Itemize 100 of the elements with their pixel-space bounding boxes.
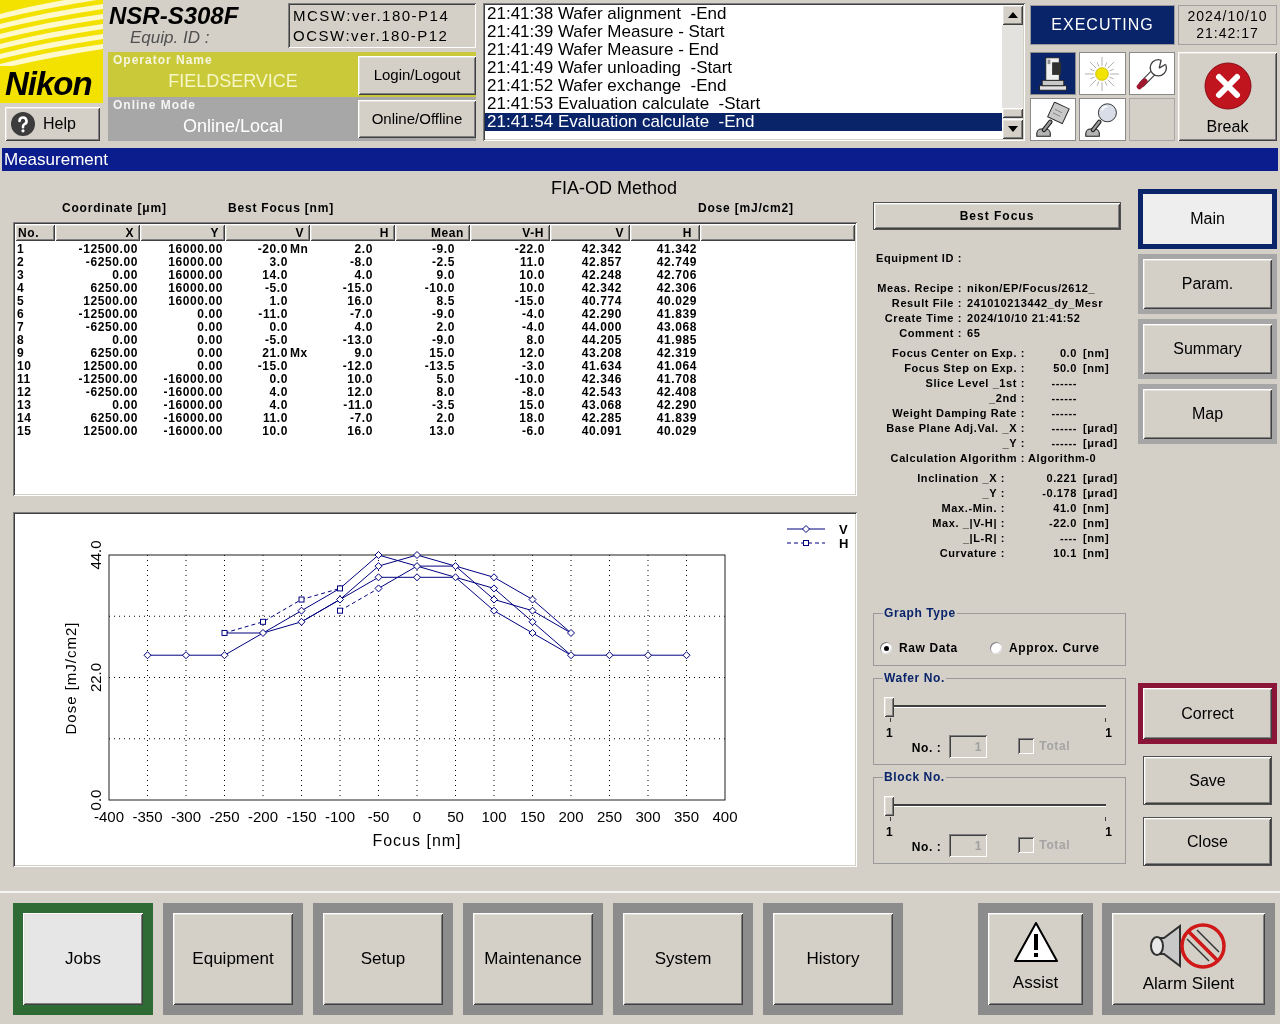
table-cell: 0.00 — [197, 360, 223, 373]
table-cell: 41.839 — [656, 308, 697, 321]
table-cell: -12500.00 — [78, 373, 138, 386]
field-label: Slice Level _1st : — [925, 376, 1025, 392]
axis-tick-label: -300 — [171, 808, 201, 825]
table-cell: 16000.00 — [168, 282, 223, 295]
table-cell: 9.0 — [436, 269, 455, 282]
table-cell: 10.0 — [347, 373, 373, 386]
field-label: _|L-R| : — [962, 531, 1005, 547]
field-label: Calculation Algorithm : — [890, 451, 1025, 467]
table-cell: -15.0 — [514, 295, 545, 308]
unit-label: [nm] — [1083, 361, 1110, 377]
axis-tick-label: 0.0 — [86, 789, 104, 811]
table-cell: -4.0 — [521, 308, 545, 321]
operator-name: FIELDSERVICE — [168, 70, 298, 92]
column-header: H — [310, 224, 395, 241]
table-cell: 0.00 — [112, 399, 138, 412]
table-cell: 40.029 — [656, 295, 697, 308]
unit-label: [nm] — [1083, 531, 1110, 547]
field-value: ------ — [1051, 376, 1077, 392]
table-cell: 40.091 — [581, 425, 622, 438]
version-label: MCSW:ver.180-P14 — [293, 5, 451, 26]
unit-label: [nm] — [1083, 516, 1110, 532]
column-group-label: Dose [mJ/cm2] — [698, 200, 794, 217]
group-title: Block No. — [883, 770, 946, 784]
table-cell: -13.0 — [342, 334, 373, 347]
slider-max-label: 1 — [1105, 826, 1112, 839]
flag-label: Mx — [290, 347, 308, 360]
field-label: Comment : — [899, 326, 962, 342]
table-cell: 13.0 — [429, 425, 455, 438]
field-label: Weight Damping Rate : — [892, 406, 1025, 422]
table-cell: 10.0 — [519, 269, 545, 282]
field-value: 0.0 — [1059, 346, 1077, 362]
axis-tick-label: -150 — [286, 808, 317, 825]
status-indicator: EXECUTING — [1030, 5, 1175, 45]
table-cell: 43.068 — [581, 399, 622, 412]
field-label: Equip. ID : — [130, 29, 211, 47]
table-cell: -9.0 — [431, 308, 455, 321]
table-cell: -10.0 — [514, 373, 545, 386]
column-header: Y — [140, 224, 225, 241]
table-cell: 13 — [17, 399, 32, 412]
axis-title: Focus [nm] — [372, 832, 462, 849]
table-cell: -16000.00 — [163, 425, 223, 438]
table-cell: 8.0 — [526, 334, 545, 347]
axis-tick-label: 100 — [481, 808, 507, 825]
table-cell: 6250.00 — [90, 282, 138, 295]
table-cell: 42.706 — [656, 269, 697, 282]
table-cell: -6250.00 — [85, 321, 138, 334]
table-cell: 16000.00 — [168, 243, 223, 256]
field-label: Max.-Min. : — [941, 501, 1005, 517]
table-cell: 0.00 — [112, 334, 138, 347]
column-header: V — [550, 224, 630, 241]
brand-name: Nikon — [5, 69, 93, 99]
table-cell: 12 — [17, 386, 32, 399]
table-cell: -12.0 — [342, 360, 373, 373]
table-cell: 4.0 — [269, 386, 288, 399]
table-cell: 42.248 — [581, 269, 622, 282]
field-label: Base Plane Adj.Val. _X : — [886, 421, 1025, 437]
field-label: Meas. Recipe : — [877, 281, 962, 297]
axis-tick-label: 50 — [447, 808, 464, 825]
table-cell: 16000.00 — [168, 269, 223, 282]
field-value: ------ — [1051, 406, 1077, 422]
table-cell: 41.634 — [581, 360, 622, 373]
table-cell: 0.00 — [197, 321, 223, 334]
field-label: Focus Step on Exp. : — [904, 361, 1025, 377]
unit-label: [μrad] — [1083, 486, 1118, 502]
table-cell: 12500.00 — [83, 425, 138, 438]
field-label: Inclination _X : — [917, 471, 1005, 487]
table-cell: -3.0 — [521, 360, 545, 373]
table-cell: 0.0 — [269, 373, 288, 386]
table-cell: 0.0 — [269, 321, 288, 334]
axis-tick-label: 200 — [558, 808, 584, 825]
column-header: V-H — [470, 224, 550, 241]
table-cell: 41.064 — [656, 360, 697, 373]
field-value: 65 — [967, 326, 981, 342]
table-cell: 42.319 — [656, 347, 697, 360]
table-cell: 11.0 — [519, 256, 545, 269]
table-cell: 9.0 — [354, 347, 373, 360]
table-cell: 1.0 — [269, 295, 288, 308]
table-cell: -12500.00 — [78, 243, 138, 256]
table-cell: 16.0 — [347, 295, 373, 308]
table-cell: -20.0 — [257, 243, 288, 256]
table-cell: 12.0 — [347, 386, 373, 399]
axis-tick-label: 300 — [635, 808, 661, 825]
table-cell: 42.290 — [581, 308, 622, 321]
table-cell: 3 — [17, 269, 25, 282]
table-cell: 5 — [17, 295, 25, 308]
table-cell: 2.0 — [436, 321, 455, 334]
table-cell: 41.708 — [656, 373, 697, 386]
slider-min-label: 1 — [886, 826, 893, 839]
table-cell: 42.285 — [581, 412, 622, 425]
table-cell: 42.857 — [581, 256, 622, 269]
table-cell: 8.0 — [436, 386, 455, 399]
legend-label: H — [839, 536, 849, 551]
field-value: nikon/EP/Focus/2612_ — [967, 281, 1096, 297]
table-cell: 4 — [17, 282, 25, 295]
column-header: No. — [15, 224, 55, 241]
field-value: ---- — [1059, 531, 1077, 547]
field-value: 2024/10/10 21:41:52 — [967, 311, 1081, 327]
table-cell: 12500.00 — [83, 295, 138, 308]
